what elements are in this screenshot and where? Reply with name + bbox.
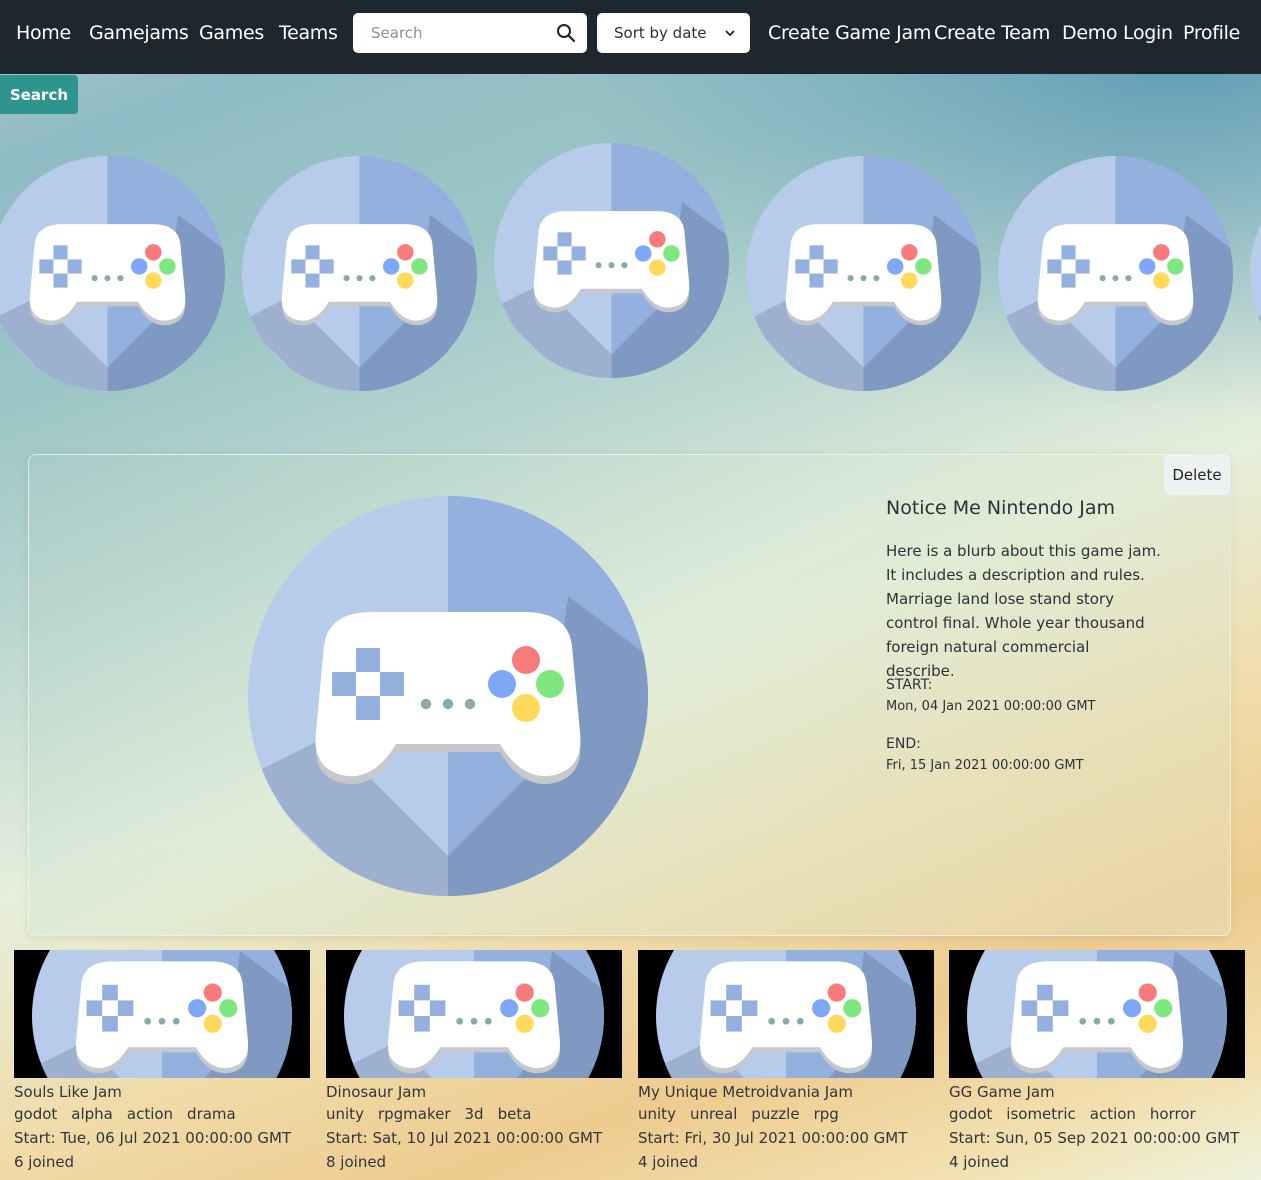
carousel-gamepad-icon[interactable] xyxy=(998,156,1233,391)
jam-title[interactable]: Dinosaur Jam xyxy=(326,1082,622,1102)
carousel-gamepad-icon[interactable] xyxy=(494,143,729,378)
featured-gamepad-icon xyxy=(248,496,648,896)
jam-tag: rpg xyxy=(813,1105,839,1123)
delete-button[interactable]: Delete xyxy=(1164,455,1230,495)
sort-select[interactable]: Sort by date xyxy=(597,13,750,53)
carousel-gamepad-icon[interactable] xyxy=(242,156,477,391)
sort-selected-value: Sort by date xyxy=(614,24,707,42)
jam-tag: 3d xyxy=(464,1105,484,1123)
gamepad-icon xyxy=(967,950,1227,1078)
start-date: Mon, 04 Jan 2021 00:00:00 GMT xyxy=(886,699,1096,714)
featured-jam-blurb: Here is a blurb about this game jam. It … xyxy=(886,542,1161,680)
jam-thumbnail[interactable] xyxy=(638,950,934,1078)
jam-joined-count: 8 joined xyxy=(326,1153,387,1171)
jam-tag: godot xyxy=(14,1105,58,1123)
jam-tile[interactable]: Souls Like Jam godot alpha action drama Sta… xyxy=(14,950,310,1174)
jam-tag: godot xyxy=(949,1105,993,1123)
jam-thumbnail[interactable] xyxy=(326,950,622,1078)
jam-tag: unreal xyxy=(689,1105,738,1123)
start-label: START: xyxy=(886,677,933,693)
jam-tags: unity rpgmaker 3d beta xyxy=(326,1102,622,1126)
jam-carousel xyxy=(0,140,1261,400)
jam-start-date: Start: Tue, 06 Jul 2021 00:00:00 GMT xyxy=(14,1129,292,1147)
jam-tags: godot isometric action horror xyxy=(949,1102,1245,1126)
jam-joined-count: 4 joined xyxy=(638,1153,699,1171)
jam-tile[interactable]: GG Game Jam godot isometric action horror S… xyxy=(949,950,1245,1174)
gamepad-icon xyxy=(344,950,604,1078)
top-navbar: Home Gamejams Games Teams Sort by date C… xyxy=(0,0,1261,74)
featured-jam-title: Notice Me Nintendo Jam xyxy=(886,497,1116,519)
jam-tag: isometric xyxy=(1006,1105,1076,1123)
jam-tag: drama xyxy=(187,1105,236,1123)
carousel-gamepad-icon[interactable] xyxy=(1250,156,1261,391)
jam-tag: rpgmaker xyxy=(377,1105,451,1123)
jam-tag: unity xyxy=(638,1105,676,1123)
jam-tag: puzzle xyxy=(751,1105,800,1123)
jam-start-date: Start: Sat, 10 Jul 2021 00:00:00 GMT xyxy=(326,1129,603,1147)
nav-games-link[interactable]: Games xyxy=(199,22,264,44)
end-label: END: xyxy=(886,736,921,752)
nav-teams-link[interactable]: Teams xyxy=(279,22,338,44)
search-box[interactable] xyxy=(353,13,587,53)
jam-title[interactable]: GG Game Jam xyxy=(949,1082,1245,1102)
featured-jam-card: Delete Notice Me Nintendo Jam Here is a … xyxy=(28,454,1231,936)
chevron-down-icon xyxy=(725,30,735,37)
jam-tags: godot alpha action drama xyxy=(14,1102,310,1126)
jam-tag: action xyxy=(1089,1105,1136,1123)
gamepad-icon xyxy=(656,950,916,1078)
search-input[interactable] xyxy=(369,23,553,43)
jam-title[interactable]: Souls Like Jam xyxy=(14,1082,310,1102)
jam-joined-count: 4 joined xyxy=(949,1153,1010,1171)
carousel-gamepad-icon[interactable] xyxy=(0,156,225,391)
carousel-gamepad-icon[interactable] xyxy=(746,156,981,391)
jam-tag: horror xyxy=(1149,1105,1196,1123)
nav-demo-login-link[interactable]: Demo Login xyxy=(1062,22,1173,44)
nav-gamejams-link[interactable]: Gamejams xyxy=(89,22,189,44)
jam-tag: unity xyxy=(326,1105,364,1123)
nav-create-team-link[interactable]: Create Team xyxy=(934,22,1050,44)
jam-tag: beta xyxy=(497,1105,532,1123)
jam-tile[interactable]: My Unique Metroidvania Jam unity unreal pu… xyxy=(638,950,934,1174)
jam-tags: unity unreal puzzle rpg xyxy=(638,1102,934,1126)
end-date: Fri, 15 Jan 2021 00:00:00 GMT xyxy=(886,758,1084,773)
jam-title[interactable]: My Unique Metroidvania Jam xyxy=(638,1082,934,1102)
jam-tag: action xyxy=(126,1105,174,1123)
nav-profile-link[interactable]: Profile xyxy=(1183,22,1240,44)
nav-create-game-jam-link[interactable]: Create Game Jam xyxy=(768,22,931,44)
gamepad-icon xyxy=(32,950,292,1078)
jam-start-date: Start: Fri, 30 Jul 2021 00:00:00 GMT xyxy=(638,1129,908,1147)
search-button[interactable]: Search xyxy=(0,75,78,114)
jam-tag: alpha xyxy=(71,1105,113,1123)
jam-thumbnail[interactable] xyxy=(14,950,310,1078)
jam-thumbnail[interactable] xyxy=(949,950,1245,1078)
search-icon[interactable] xyxy=(556,23,576,43)
nav-home-link[interactable]: Home xyxy=(16,22,71,44)
jam-tile[interactable]: Dinosaur Jam unity rpgmaker 3d beta Start: … xyxy=(326,950,622,1174)
jam-start-date: Start: Sun, 05 Sep 2021 00:00:00 GMT xyxy=(949,1129,1240,1147)
jam-joined-count: 6 joined xyxy=(14,1153,75,1171)
